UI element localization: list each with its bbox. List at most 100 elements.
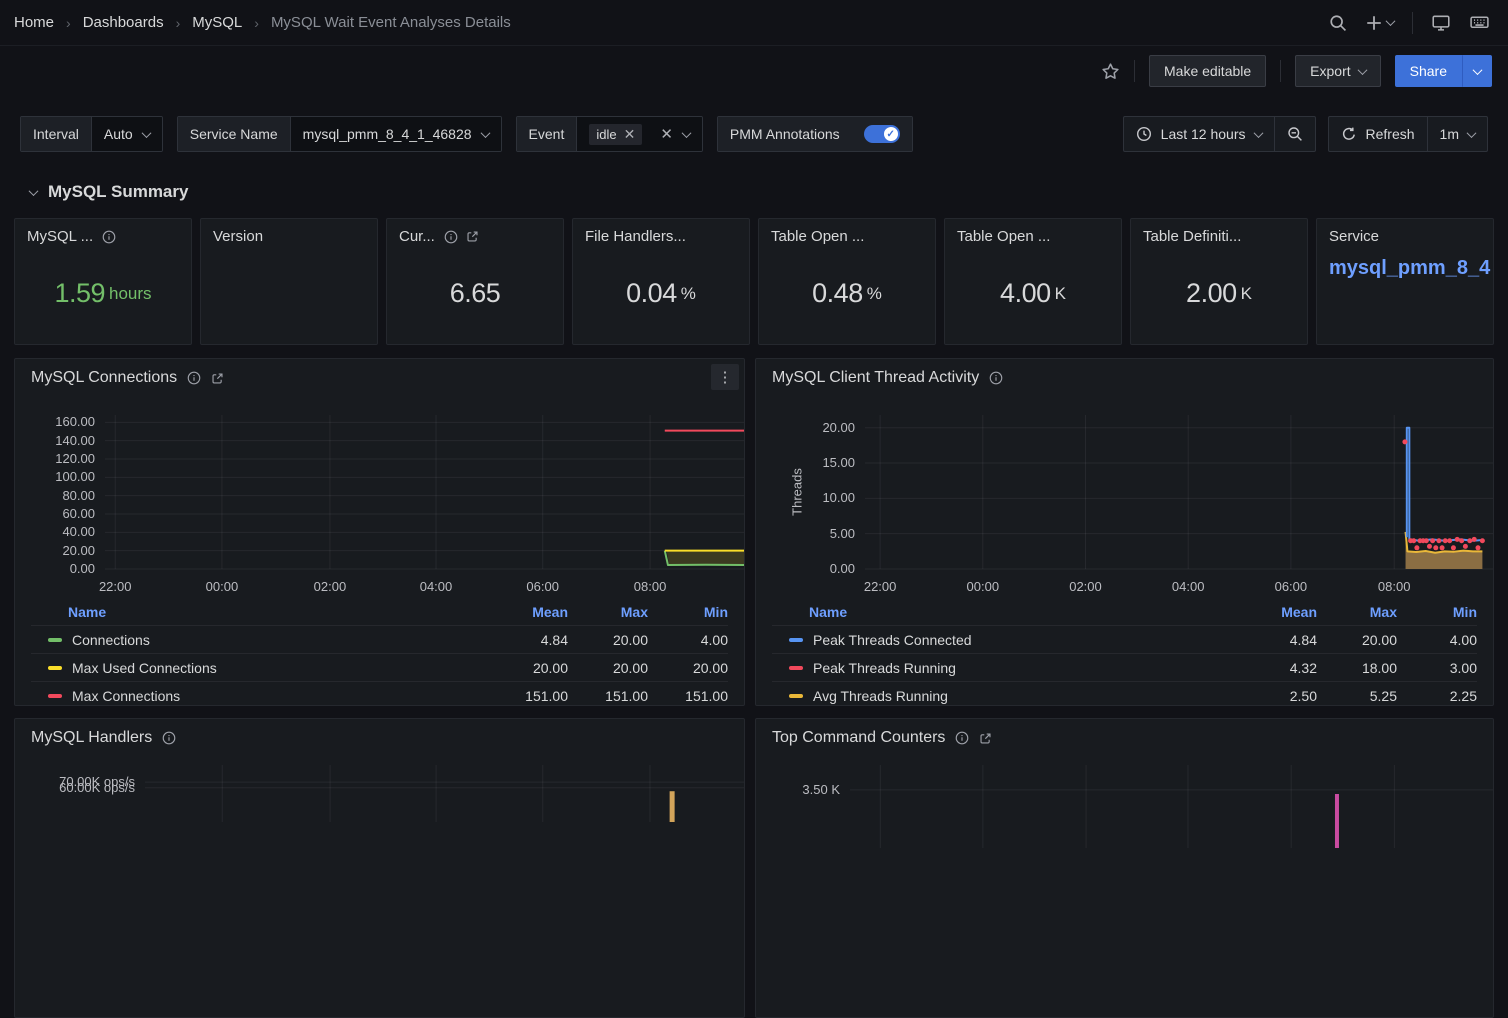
event-select[interactable]: idle ✕ ✕ — [576, 117, 702, 151]
breadcrumb-separator: › — [254, 15, 259, 31]
legend-series-toggle[interactable]: Connections — [48, 632, 488, 648]
legend-value: 4.32 — [1237, 660, 1317, 676]
service-name-label: Service Name — [178, 117, 290, 151]
pmm-annotations-label: PMM Annotations — [718, 117, 852, 151]
plot-area[interactable] — [850, 765, 1494, 850]
legend-col-min[interactable]: Min — [648, 604, 728, 620]
legend-col-name[interactable]: Name — [68, 604, 488, 620]
refresh-button[interactable]: Refresh — [1329, 117, 1427, 151]
legend-col-mean[interactable]: Mean — [488, 604, 568, 620]
series-color-swatch — [789, 638, 803, 642]
event-chip-label: idle — [596, 127, 616, 142]
interval-filter: Interval Auto — [20, 116, 163, 152]
series-point — [1436, 538, 1441, 543]
legend-col-name[interactable]: Name — [809, 604, 1237, 620]
refresh-label: Refresh — [1366, 126, 1415, 142]
interval-select[interactable]: Auto — [91, 117, 162, 151]
legend-value: 2.50 — [1237, 688, 1317, 704]
stat-panel-1: Version — [200, 218, 378, 345]
remove-chip-icon[interactable]: ✕ — [624, 127, 636, 141]
legend-series-toggle[interactable]: Max Used Connections — [48, 660, 488, 676]
plot-area[interactable] — [865, 415, 1494, 571]
service-link[interactable]: mysql_pmm_8_4 — [1329, 257, 1481, 280]
stat-value: 4.00 — [1000, 278, 1051, 309]
pmm-annotations-toggle-wrap: ✓ — [852, 117, 912, 151]
time-range-picker: Last 12 hours — [1123, 116, 1316, 152]
collapse-chevron-icon — [29, 186, 39, 196]
plot-area[interactable] — [145, 765, 744, 824]
stat-value: 1.59 — [54, 278, 105, 309]
refresh-picker: Refresh 1m — [1328, 116, 1488, 152]
refresh-interval-value: 1m — [1440, 126, 1459, 142]
refresh-interval-select[interactable]: 1m — [1427, 117, 1487, 151]
breadcrumb-current-page: MySQL Wait Event Analyses Details — [271, 14, 511, 31]
keyboard-shortcuts-icon[interactable] — [1469, 12, 1490, 33]
info-icon[interactable] — [102, 230, 116, 244]
x-axis-tick: 00:00 — [967, 579, 1000, 594]
add-menu-button[interactable] — [1365, 14, 1394, 32]
section-mysql-summary[interactable]: MySQL Summary — [30, 182, 1508, 202]
plot-area[interactable] — [105, 415, 744, 571]
chevron-down-icon — [681, 128, 691, 138]
service-name-value: mysql_pmm_8_4_1_46828 — [303, 126, 472, 142]
share-button[interactable]: Share — [1395, 55, 1462, 87]
chart-canvas[interactable]: 70.00K ops/s60.00K ops/s — [31, 719, 728, 1017]
series-point — [1480, 538, 1485, 543]
legend-col-max[interactable]: Max — [1317, 604, 1397, 620]
refresh-icon — [1341, 126, 1357, 142]
favorite-star-icon[interactable] — [1101, 62, 1120, 81]
legend-series-toggle[interactable]: Peak Threads Running — [789, 660, 1237, 676]
chart-canvas[interactable]: 3.50 K — [772, 719, 1477, 1017]
legend-series-toggle[interactable]: Peak Threads Connected — [789, 632, 1237, 648]
breadcrumb-separator: › — [66, 15, 71, 31]
legend-row: Max Used Connections20.0020.0020.00 — [31, 653, 728, 681]
service-name-select[interactable]: mysql_pmm_8_4_1_46828 — [290, 117, 501, 151]
legend-series-toggle[interactable]: Max Connections — [48, 688, 488, 704]
series-color-swatch — [789, 666, 803, 670]
series-fill — [665, 551, 744, 565]
breadcrumb-mysql[interactable]: MySQL — [192, 14, 242, 31]
info-icon[interactable] — [444, 230, 458, 244]
info-icon — [444, 230, 458, 244]
y-axis-tick: 140.00 — [31, 433, 95, 448]
panel-mysql-client-thread-activity: MySQL Client Thread Activity 20.0015.001… — [755, 358, 1494, 706]
breadcrumb-home[interactable]: Home — [14, 14, 54, 31]
pmm-annotations-toggle[interactable]: ✓ — [864, 125, 900, 143]
external-link-icon[interactable] — [466, 230, 479, 244]
chevron-down-icon — [1386, 16, 1396, 26]
legend-value: 18.00 — [1317, 660, 1397, 676]
legend-col-mean[interactable]: Mean — [1237, 604, 1317, 620]
stat-value: 2.00 — [1186, 278, 1237, 309]
x-axis-tick: 04:00 — [420, 579, 453, 594]
time-range-button[interactable]: Last 12 hours — [1124, 117, 1274, 151]
clear-all-icon[interactable]: ✕ — [660, 127, 673, 142]
charts-row-bottom: MySQL Handlers 70.00K ops/s60.00K ops/s … — [14, 718, 1494, 1018]
search-icon[interactable] — [1329, 14, 1347, 32]
series-point — [1467, 538, 1472, 543]
event-chip-idle[interactable]: idle ✕ — [589, 124, 642, 145]
series-point — [1463, 544, 1468, 549]
share-split-button: Share — [1395, 55, 1492, 87]
kiosk-mode-icon[interactable] — [1431, 13, 1451, 33]
legend-value: 20.00 — [648, 660, 728, 676]
x-axis-tick: 06:00 — [1275, 579, 1308, 594]
legend-series-toggle[interactable]: Avg Threads Running — [789, 688, 1237, 704]
info-icon — [102, 230, 116, 244]
x-axis-tick: 04:00 — [1172, 579, 1205, 594]
legend-col-min[interactable]: Min — [1397, 604, 1477, 620]
y-axis-tick: 120.00 — [31, 451, 95, 466]
share-menu-button[interactable] — [1462, 55, 1492, 87]
series-point — [1459, 538, 1464, 543]
series-name: Avg Threads Running — [813, 688, 948, 704]
breadcrumb-dashboards[interactable]: Dashboards — [83, 14, 164, 31]
legend-value: 20.00 — [488, 660, 568, 676]
stat-value: 0.04 — [626, 278, 677, 309]
export-button[interactable]: Export — [1295, 55, 1380, 87]
stat-panel-6: Table Definiti...2.00K — [1130, 218, 1308, 345]
series-color-swatch — [48, 638, 62, 642]
zoom-out-button[interactable] — [1274, 117, 1315, 151]
legend-col-max[interactable]: Max — [568, 604, 648, 620]
breadcrumb-separator: › — [176, 15, 181, 31]
x-axis-tick: 08:00 — [634, 579, 667, 594]
make-editable-button[interactable]: Make editable — [1149, 55, 1266, 87]
